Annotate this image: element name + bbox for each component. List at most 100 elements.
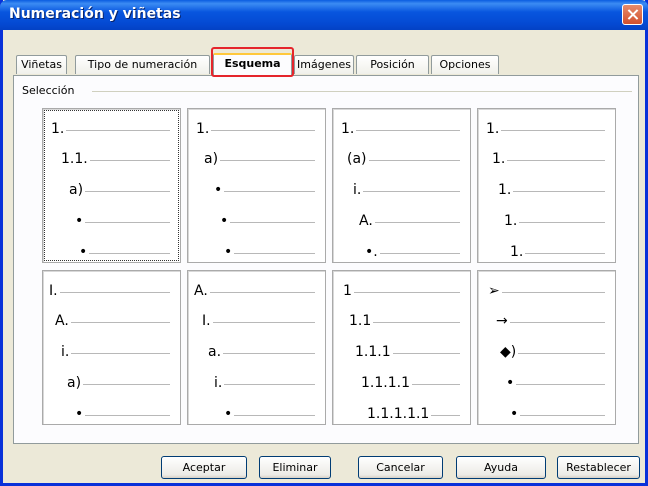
level-line (85, 415, 170, 416)
delete-button[interactable]: Eliminar (259, 456, 331, 479)
outline-option[interactable]: 1. a) • • • (187, 108, 326, 263)
level-label: a) (204, 151, 219, 167)
level-line (85, 191, 170, 192)
level-line (501, 130, 605, 131)
level-label: 1 (343, 283, 352, 299)
section-label: Selección (22, 84, 79, 97)
level-line (507, 160, 605, 161)
level-line (90, 160, 170, 161)
outline-level: ➢ (478, 283, 615, 303)
level-label: i. (353, 182, 362, 198)
level-line (373, 322, 460, 323)
level-line (519, 222, 605, 223)
outline-level: (a) (333, 151, 470, 171)
level-line (224, 384, 315, 385)
level-line (210, 292, 315, 293)
level-line (380, 253, 460, 254)
window-title: Numeración y viñetas (9, 6, 181, 22)
level-line (71, 322, 170, 323)
level-label: 1. (196, 121, 210, 137)
level-line (502, 292, 605, 293)
level-label: • (510, 406, 519, 422)
level-label: 1. (504, 213, 518, 229)
outline-option[interactable]: A. I. a. i. • (187, 270, 326, 425)
level-label: a) (67, 375, 82, 391)
outline-option[interactable]: ➢ → ◆) • • (477, 270, 616, 425)
section-divider (92, 91, 632, 92)
outline-level: 1. (478, 244, 615, 264)
outline-level: 1. (43, 121, 180, 141)
help-button[interactable]: Ayuda (456, 456, 546, 479)
outline-option[interactable]: I. A. i. a) • (42, 270, 181, 425)
outline-level: 1.1 (333, 313, 470, 333)
tab-highlight-box (211, 47, 294, 77)
reset-button[interactable]: Restablecer (557, 456, 640, 479)
level-label: A. (55, 313, 69, 329)
outline-level: 1 (333, 283, 470, 303)
level-label: • (220, 213, 229, 229)
level-line (393, 353, 460, 354)
level-label: ◆) (500, 344, 517, 360)
level-label: i. (61, 344, 70, 360)
ok-button[interactable]: Aceptar (161, 456, 247, 479)
level-label: a. (208, 344, 222, 360)
outline-level: i. (333, 182, 470, 202)
outline-level: • (188, 182, 325, 202)
level-label: 1. (510, 244, 524, 260)
outline-level: A. (333, 213, 470, 233)
level-label: 1. (51, 121, 65, 137)
tab-tipo-de-numeracion[interactable]: Tipo de numeración (75, 55, 210, 74)
cancel-button[interactable]: Cancelar (358, 456, 443, 479)
level-line (375, 222, 460, 223)
level-line (89, 253, 170, 254)
outline-level: ◆) (478, 344, 615, 364)
outline-level: → (478, 313, 615, 333)
tab-posicion[interactable]: Posición (356, 55, 429, 74)
outline-level: I. (188, 313, 325, 333)
title-bar[interactable]: Numeración y viñetas (0, 0, 648, 30)
level-label: a) (69, 182, 84, 198)
level-label: (a) (347, 151, 367, 167)
outline-level: • (188, 213, 325, 233)
level-label: I. (202, 313, 211, 329)
outline-option[interactable]: 1. 1. 1. 1. 1. (477, 108, 616, 263)
tab-imagenes[interactable]: Imágenes (294, 55, 354, 74)
outline-level: a) (43, 375, 180, 395)
level-line (431, 415, 460, 416)
outline-level: 1. (478, 213, 615, 233)
level-label: 1.1. (61, 151, 88, 167)
outline-level: a. (188, 344, 325, 364)
close-icon[interactable] (622, 4, 643, 25)
outline-option[interactable]: 1. 1.1. a) • • (42, 108, 181, 263)
outline-level: a) (43, 182, 180, 202)
outline-level: • (43, 213, 180, 233)
tab-opciones[interactable]: Opciones (431, 55, 499, 74)
outline-level: i. (43, 344, 180, 364)
outline-level: • (478, 406, 615, 426)
outline-option[interactable]: 1 1.1 1.1.1 1.1.1.1 1.1.1.1.1 (332, 270, 471, 425)
outline-level: 1. (478, 121, 615, 141)
outline-level: 1.1.1 (333, 344, 470, 364)
outline-level: •. (333, 244, 470, 264)
level-label: → (496, 313, 508, 329)
outline-option[interactable]: 1. (a) i. A. •. (332, 108, 471, 263)
level-line (412, 384, 460, 385)
tab-vinetas[interactable]: Viñetas (16, 55, 67, 74)
level-line (211, 130, 315, 131)
level-line (224, 191, 315, 192)
level-line (510, 322, 605, 323)
level-line (356, 130, 460, 131)
outline-level: • (188, 406, 325, 426)
level-label: 1. (492, 151, 506, 167)
outline-level: i. (188, 375, 325, 395)
level-label: A. (359, 213, 373, 229)
level-label: 1. (341, 121, 355, 137)
outline-level: • (43, 244, 180, 264)
level-label: 1. (486, 121, 500, 137)
outline-level: A. (43, 313, 180, 333)
level-line (525, 253, 605, 254)
level-label: • (79, 244, 88, 260)
level-label: I. (49, 283, 58, 299)
outline-level: a) (188, 151, 325, 171)
level-line (518, 353, 605, 354)
